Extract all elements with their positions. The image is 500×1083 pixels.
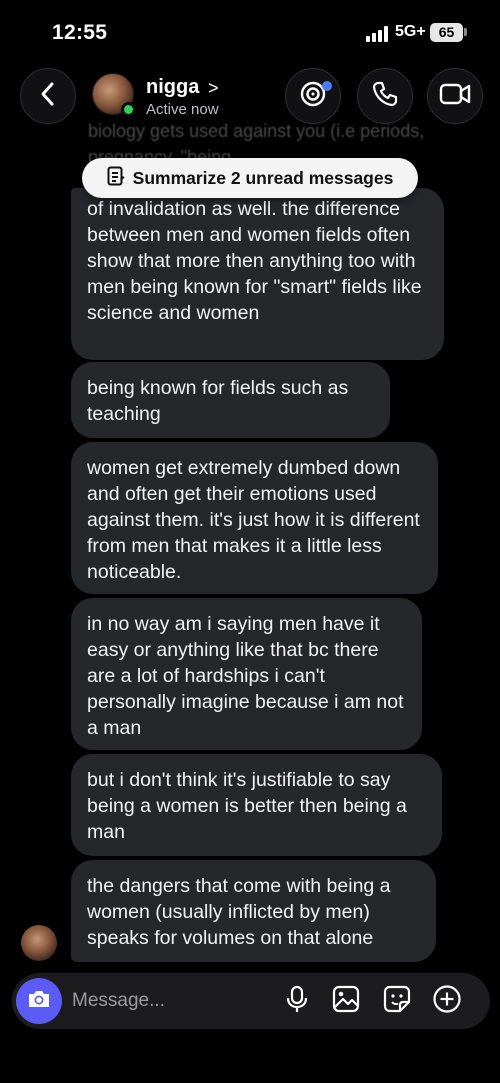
microphone-button[interactable] — [282, 985, 312, 1018]
battery-icon: 65 — [430, 23, 463, 42]
message-input[interactable] — [72, 987, 272, 1015]
contact-avatar[interactable] — [92, 73, 136, 117]
message-bubble[interactable]: in no way am i saying men have it easy o… — [71, 598, 422, 750]
image-icon — [332, 985, 360, 1018]
message-bubble[interactable]: but i don't think it's justifiable to sa… — [71, 754, 442, 856]
message-text: the dangers that come with being a women… — [87, 875, 391, 949]
phone-icon — [371, 80, 399, 113]
message-text: being known for fields such as teaching — [87, 377, 349, 425]
plus-circle-icon — [432, 984, 462, 1019]
notification-dot — [322, 81, 332, 91]
chevron-right-icon[interactable]: > — [208, 78, 219, 99]
message-bubble[interactable]: being known for fields such as teaching — [71, 362, 390, 438]
camera-icon — [26, 988, 52, 1015]
message-composer — [12, 973, 490, 1029]
document-icon — [107, 166, 125, 191]
video-camera-icon — [439, 81, 471, 112]
audio-call-button[interactable] — [357, 68, 413, 124]
message-text: in no way am i saying men have it easy o… — [87, 613, 404, 739]
battery-tip — [464, 28, 467, 36]
home-indicator — [184, 1068, 316, 1073]
active-status: Active now — [146, 101, 219, 118]
sender-avatar[interactable] — [21, 925, 57, 961]
video-call-button[interactable] — [427, 68, 483, 124]
more-button[interactable] — [432, 984, 462, 1019]
chevron-left-icon — [38, 81, 58, 112]
status-bar: 12:55 5G+ 65 — [0, 0, 500, 62]
camera-button[interactable] — [16, 978, 62, 1024]
online-indicator — [121, 102, 136, 117]
summarize-label: Summarize 2 unread messages — [132, 167, 394, 188]
sticker-icon — [383, 985, 411, 1018]
message-bubble[interactable]: women get extremely dumbed down and ofte… — [71, 442, 438, 594]
sticker-button[interactable] — [382, 985, 412, 1018]
message-text: women get extremely dumbed down and ofte… — [87, 457, 420, 583]
chat-header: nigga > Active now — [0, 62, 500, 132]
gallery-button[interactable] — [331, 985, 361, 1018]
contact-name[interactable]: nigga — [146, 76, 199, 99]
message-text: of invalidation as well. the difference … — [87, 198, 422, 324]
effects-button[interactable] — [285, 68, 341, 124]
network-label: 5G+ — [395, 23, 426, 40]
status-time: 12:55 — [52, 21, 108, 44]
message-bubble[interactable]: of invalidation as well. the difference … — [71, 188, 444, 360]
message-bubble[interactable]: the dangers that come with being a women… — [71, 860, 436, 962]
signal-icon — [366, 26, 388, 42]
summarize-unread-button[interactable]: Summarize 2 unread messages — [82, 158, 418, 198]
message-text: but i don't think it's justifiable to sa… — [87, 769, 407, 843]
microphone-icon — [286, 985, 308, 1018]
back-button[interactable] — [20, 68, 76, 124]
message-thread: biology gets used against you (i.e perio… — [0, 0, 500, 1083]
